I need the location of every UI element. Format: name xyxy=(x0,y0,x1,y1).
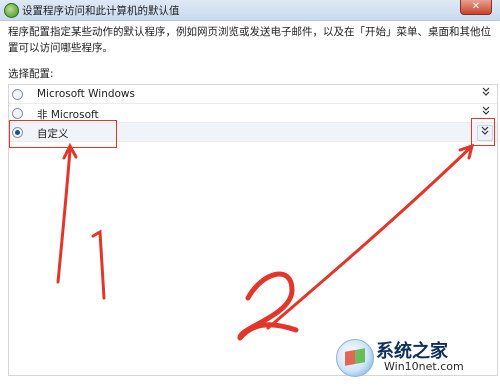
annotation-strokes xyxy=(56,142,475,341)
annotation-arrow-1 xyxy=(56,148,72,284)
watermark-url: Win10net.com xyxy=(384,360,464,373)
watermark-logo-icon xyxy=(336,339,374,377)
annotation-number-1 xyxy=(91,229,106,300)
annotation-arrow-2 xyxy=(266,146,472,330)
watermark: 系统之家 Win10net.com xyxy=(336,335,486,377)
